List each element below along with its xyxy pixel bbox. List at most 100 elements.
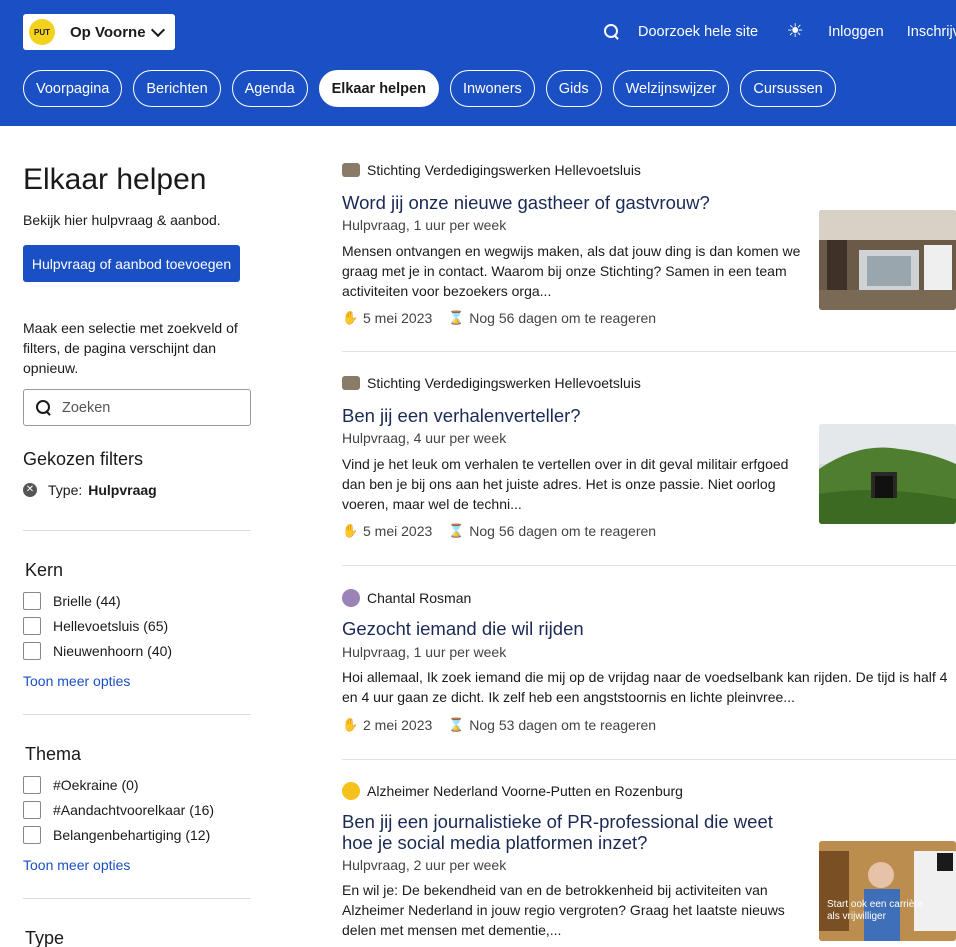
type-heading: Type bbox=[25, 928, 65, 947]
signup-link[interactable]: Inschrijven bbox=[907, 24, 956, 40]
svg-text:als vrijwilliger: als vrijwilliger bbox=[827, 911, 887, 922]
option-label: Nieuwenhoorn (40) bbox=[53, 643, 173, 659]
card-organisation[interactable]: Stichting Verdedigingswerken Hellevoetsl… bbox=[342, 375, 641, 391]
card-footer: ✋ 5 mei 2023 ⌛ Nog 56 dagen om te reager… bbox=[342, 310, 656, 326]
card-meta: Hulpvraag, 1 uur per week bbox=[342, 644, 507, 660]
card-meta: Hulpvraag, 1 uur per week bbox=[342, 217, 507, 233]
card-title[interactable]: Word jij onze nieuwe gastheer of gastvro… bbox=[342, 192, 710, 214]
handshake-icon: ✋ bbox=[342, 717, 359, 732]
card-footer: ✋ 2 mei 2023 ⌛ Nog 53 dagen om te reager… bbox=[342, 717, 656, 733]
checkbox[interactable] bbox=[23, 776, 41, 794]
kern-option-nieuwenhoorn[interactable]: Nieuwenhoorn (40) bbox=[23, 642, 172, 660]
divider bbox=[342, 565, 956, 566]
kern-heading: Kern bbox=[25, 560, 64, 580]
site-search-link[interactable]: Doorzoek hele site bbox=[638, 24, 758, 40]
search-icon[interactable] bbox=[604, 24, 620, 40]
main-nav: Voorpagina Berichten Agenda Elkaar helpe… bbox=[23, 70, 847, 107]
hourglass-icon: ⌛ bbox=[448, 310, 465, 325]
user-avatar bbox=[342, 589, 360, 607]
kern-option-hellevoetsluis[interactable]: Hellevoetsluis (65) bbox=[23, 617, 168, 635]
remove-filter-icon[interactable]: ✕ bbox=[23, 483, 37, 497]
thema-option-belangen[interactable]: Belangenbehartiging (12) bbox=[23, 826, 210, 844]
chosen-filters-heading: Gekozen filters bbox=[23, 449, 144, 469]
nav-inwoners[interactable]: Inwoners bbox=[449, 70, 535, 107]
chosen-filter-value: Hulpvraag bbox=[88, 482, 157, 498]
thumbnail-caption: Start ook een carrière bbox=[827, 899, 924, 910]
nav-elkaar-helpen[interactable]: Elkaar helpen bbox=[318, 70, 439, 107]
option-label: #Aandachtvoorelkaar (16) bbox=[53, 802, 215, 818]
option-label: Belangenbehartiging (12) bbox=[53, 827, 211, 843]
card-date: 2 mei 2023 bbox=[363, 717, 433, 733]
thema-heading: Thema bbox=[25, 744, 82, 764]
org-avatar bbox=[342, 376, 360, 390]
handshake-icon: ✋ bbox=[342, 523, 359, 538]
card-remaining: Nog 56 dagen om te reageren bbox=[469, 310, 657, 326]
org-name: Stichting Verdedigingswerken Hellevoetsl… bbox=[367, 375, 641, 391]
theme-toggle-icon[interactable]: ☀ bbox=[786, 22, 804, 41]
search-icon bbox=[36, 399, 52, 416]
card-footer: ✋ 5 mei 2023 ⌛ Nog 56 dagen om te reager… bbox=[342, 523, 656, 539]
search-input[interactable] bbox=[62, 399, 242, 416]
card-organisation[interactable]: Chantal Rosman bbox=[342, 589, 471, 607]
login-link[interactable]: Inloggen bbox=[828, 24, 884, 40]
card-remaining: Nog 56 dagen om te reageren bbox=[469, 523, 657, 539]
card-thumbnail[interactable] bbox=[819, 210, 956, 310]
card-organisation[interactable]: Alzheimer Nederland Voorne-Putten en Roz… bbox=[342, 782, 683, 800]
site-name: Op Voorne bbox=[70, 23, 146, 41]
thema-show-more-link[interactable]: Toon meer opties bbox=[23, 857, 130, 873]
card-organisation[interactable]: Stichting Verdedigingswerken Hellevoetsl… bbox=[342, 162, 641, 178]
site-logo: PUT bbox=[29, 19, 55, 45]
checkbox[interactable] bbox=[23, 592, 41, 610]
org-avatar bbox=[342, 163, 360, 177]
card-date: 5 mei 2023 bbox=[363, 310, 433, 326]
checkbox[interactable] bbox=[23, 642, 41, 660]
card-description: En wil je: De bekendheid van en de betro… bbox=[342, 882, 785, 938]
card-date: 5 mei 2023 bbox=[363, 523, 433, 539]
header-actions: Doorzoek hele site ☀ Inloggen Inschrijve… bbox=[604, 22, 956, 42]
card-title[interactable]: Gezocht iemand die wil rijden bbox=[342, 618, 584, 640]
handshake-icon: ✋ bbox=[342, 310, 359, 325]
checkbox[interactable] bbox=[23, 826, 41, 844]
site-switcher[interactable]: PUT Op Voorne bbox=[23, 14, 175, 50]
nav-gids[interactable]: Gids bbox=[545, 70, 602, 107]
add-request-button[interactable]: Hulpvraag of aanbod toevoegen bbox=[23, 245, 240, 282]
option-label: #Oekraine (0) bbox=[53, 777, 139, 793]
nav-welzijnswijzer[interactable]: Welzijnswijzer bbox=[612, 70, 730, 107]
card-title[interactable]: Ben jij een verhalenverteller? bbox=[342, 405, 581, 427]
card-description: Hoi allemaal, Ik zoek iemand die mij op … bbox=[342, 669, 948, 705]
thema-option-aandacht[interactable]: #Aandachtvoorelkaar (16) bbox=[23, 801, 214, 819]
card-description: Vind je het leuk om verhalen te vertelle… bbox=[342, 456, 789, 512]
card-remaining: Nog 53 dagen om te reageren bbox=[469, 717, 657, 733]
org-name: Stichting Verdedigingswerken Hellevoetsl… bbox=[367, 162, 641, 178]
nav-voorpagina[interactable]: Voorpagina bbox=[23, 70, 123, 107]
checkbox[interactable] bbox=[23, 801, 41, 819]
option-label: Hellevoetsluis (65) bbox=[53, 618, 169, 634]
card-description: Mensen ontvangen en wegwijs maken, als d… bbox=[342, 243, 801, 299]
filter-help-text: Maak een selectie met zoekveld of filter… bbox=[23, 320, 238, 376]
page-title: Elkaar helpen bbox=[23, 163, 207, 196]
chevron-down-icon bbox=[150, 22, 166, 38]
org-name: Chantal Rosman bbox=[367, 590, 472, 606]
nav-berichten[interactable]: Berichten bbox=[133, 70, 221, 107]
kern-option-brielle[interactable]: Brielle (44) bbox=[23, 592, 121, 610]
checkbox[interactable] bbox=[23, 617, 41, 635]
card-title[interactable]: Ben jij een journalistieke of PR-profess… bbox=[342, 811, 802, 853]
card-thumbnail[interactable] bbox=[819, 424, 956, 524]
option-label: Brielle (44) bbox=[53, 593, 121, 609]
divider bbox=[23, 530, 251, 531]
nav-cursussen[interactable]: Cursussen bbox=[740, 70, 836, 107]
divider bbox=[23, 898, 251, 899]
org-avatar bbox=[342, 782, 360, 800]
divider bbox=[342, 351, 956, 352]
hourglass-icon: ⌛ bbox=[448, 523, 465, 538]
kern-show-more-link[interactable]: Toon meer opties bbox=[23, 673, 130, 689]
divider bbox=[342, 759, 956, 760]
thema-option-oekraine[interactable]: #Oekraine (0) bbox=[23, 776, 139, 794]
search-field[interactable] bbox=[23, 389, 251, 426]
site-header: PUT Op Voorne Doorzoek hele site ☀ Inlog… bbox=[0, 0, 956, 126]
nav-agenda[interactable]: Agenda bbox=[231, 70, 308, 107]
card-thumbnail[interactable]: Start ook een carrière als vrijwilliger bbox=[819, 841, 956, 941]
card-meta: Hulpvraag, 2 uur per week bbox=[342, 857, 507, 873]
card-meta: Hulpvraag, 4 uur per week bbox=[342, 430, 507, 446]
chosen-filter-type[interactable]: ✕ Type: Hulpvraag bbox=[23, 482, 157, 498]
